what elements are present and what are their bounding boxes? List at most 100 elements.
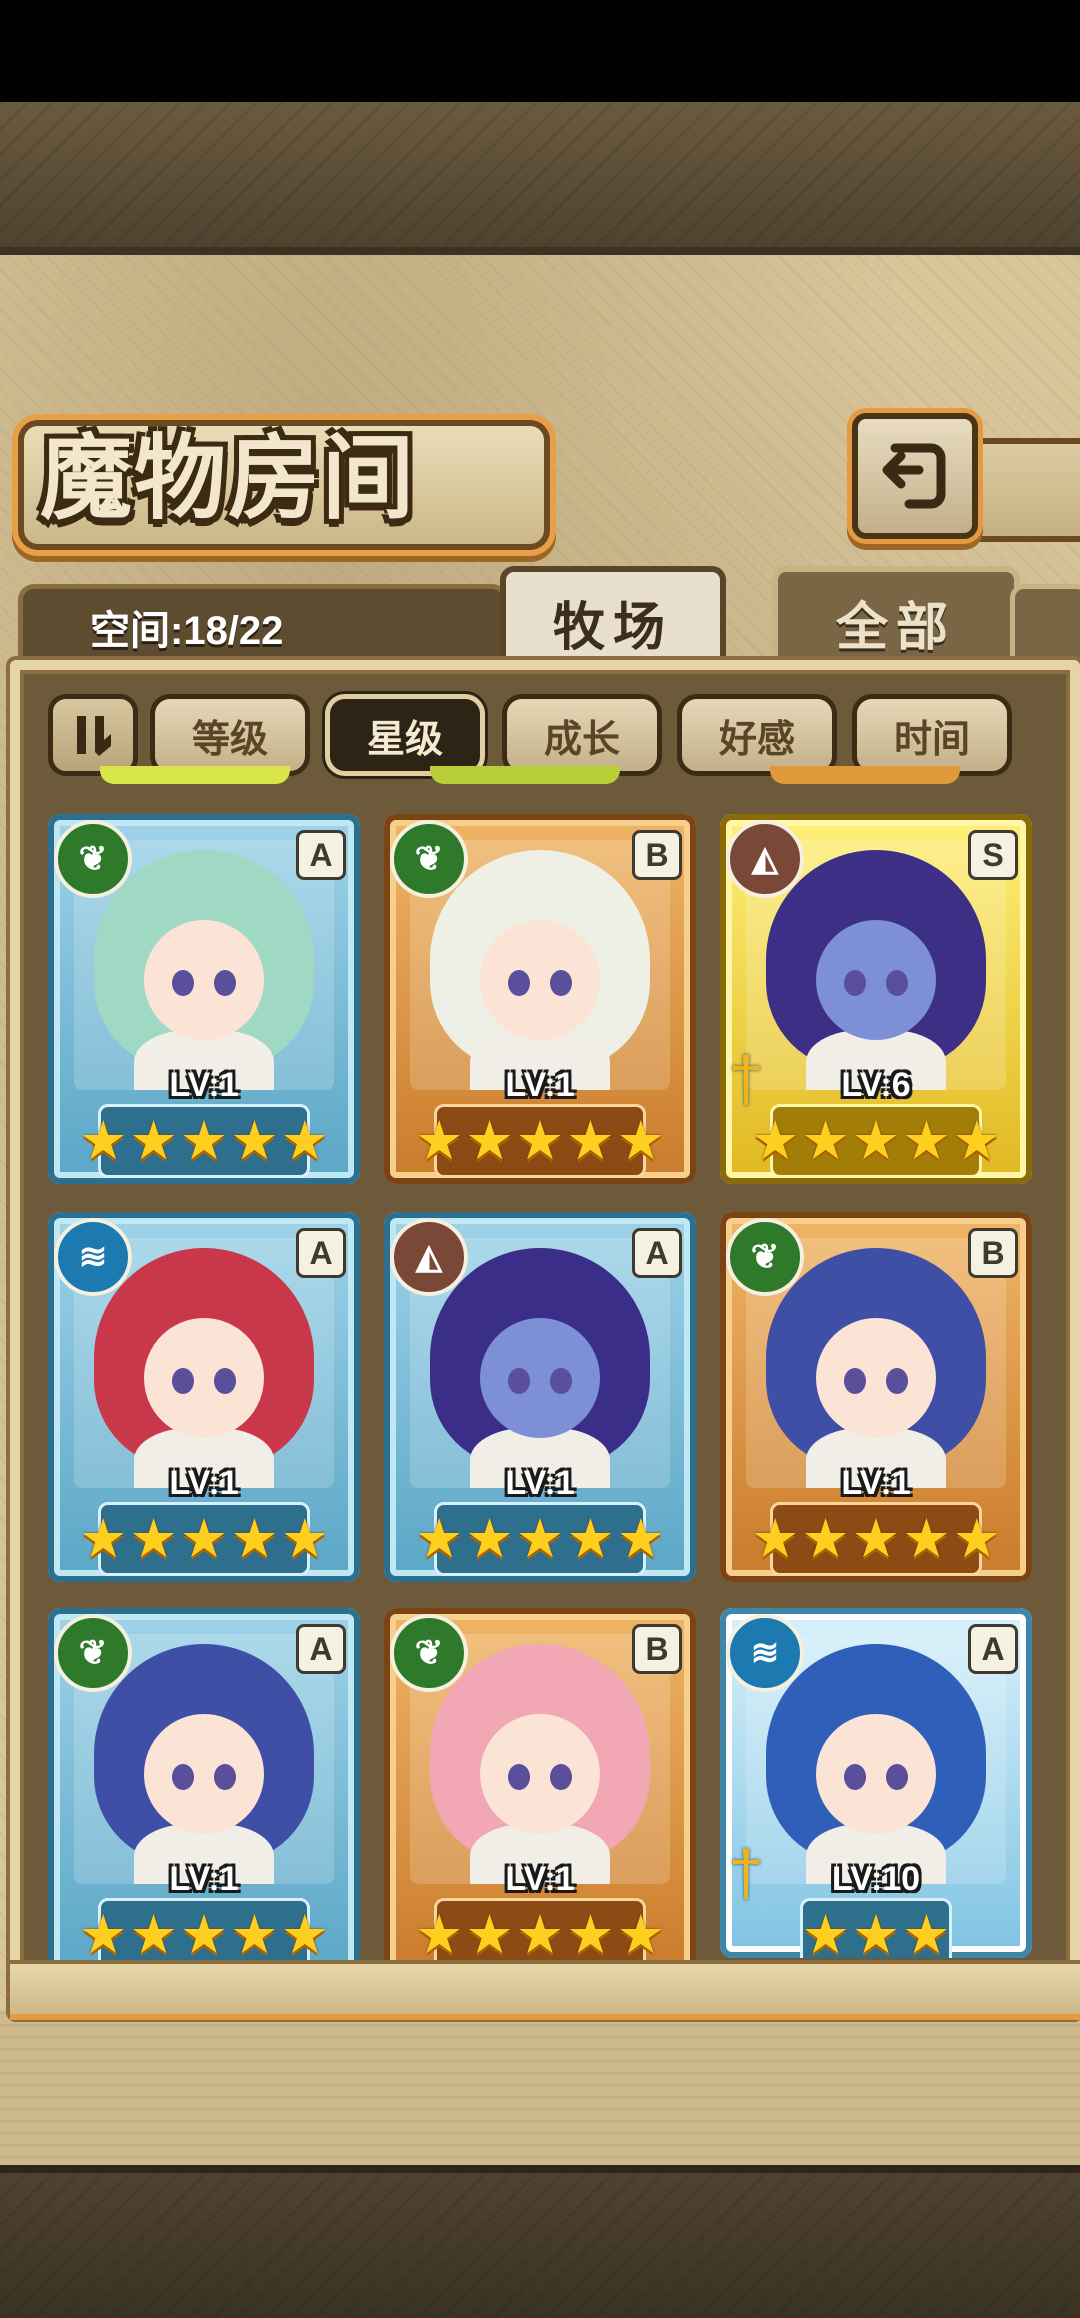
monster-level: LV:1 (169, 1066, 239, 1104)
star-rating: ★ ★ ★ ★ ★ (79, 1502, 329, 1576)
portrait-eye (508, 1368, 530, 1394)
star-icon: ★ (616, 1905, 666, 1965)
star-icon: ★ (801, 1905, 850, 1958)
monster-card[interactable]: ≋ A LV:1 ★ ★ ★ ★ ★ (48, 1212, 360, 1582)
rank-badge: S (968, 830, 1018, 880)
monster-card[interactable]: ❦ A LV:1 ★ ★ ★ ★ ★ (48, 814, 360, 1184)
portrait-eye (550, 970, 572, 996)
star-icon: ★ (515, 1905, 565, 1965)
rank-badge: B (968, 1228, 1018, 1278)
star-icon: ★ (750, 1111, 800, 1171)
back-button[interactable] (852, 413, 978, 539)
bottom-map-band (0, 2010, 1080, 2170)
star-icon: ★ (414, 1111, 464, 1171)
star-icon: ★ (179, 1905, 229, 1965)
star-icon: ★ (801, 1111, 850, 1171)
nature-element-icon: ❦ (390, 1614, 468, 1692)
portrait-face (816, 1714, 936, 1834)
star-icon: ★ (230, 1905, 279, 1965)
nature-element-icon: ❦ (390, 820, 468, 898)
star-icon: ★ (179, 1509, 229, 1569)
sort-button-star[interactable]: 星级 (325, 694, 485, 776)
star-icon: ★ (616, 1509, 666, 1569)
monster-card[interactable]: ❦ A LV:1 ★ ★ ★ ★ ★ (48, 1608, 360, 1978)
monster-level: LV:1 (169, 1464, 239, 1502)
portrait-face (816, 920, 936, 1040)
space-counter: 空间:18/22 (90, 609, 284, 653)
star-icon: ★ (952, 1509, 1002, 1569)
monster-level: LV:1 (505, 1464, 575, 1502)
monster-card[interactable]: ❦ B LV:1 ★ ★ ★ ★ ★ (720, 1212, 1032, 1582)
monster-card[interactable]: ≋ A † LV:10 ★ ★ ★ (720, 1608, 1032, 1958)
rank-badge: B (632, 1624, 682, 1674)
water-element-icon: ≋ (54, 1218, 132, 1296)
monster-card[interactable]: ◭ S † LV:6 ★ ★ ★ ★ ★ (720, 814, 1032, 1184)
star-icon: ★ (801, 1509, 850, 1569)
portrait-eye (844, 970, 866, 996)
portrait-eye (886, 970, 908, 996)
monster-card[interactable]: ❦ B LV:1 ★ ★ ★ ★ ★ (384, 1608, 696, 1978)
monster-level: LV:1 (169, 1860, 239, 1898)
sort-button-affection[interactable]: 好感 (677, 694, 837, 776)
partial-card-edge (770, 766, 960, 784)
star-icon: ★ (465, 1509, 514, 1569)
star-rating: ★ ★ ★ ★ ★ (751, 1502, 1001, 1576)
monster-level: LV:1 (505, 1860, 575, 1898)
monster-level: LV:6 (841, 1066, 911, 1104)
rank-badge: A (296, 1228, 346, 1278)
sort-button-growth[interactable]: 成长 (502, 694, 662, 776)
star-icon: ★ (230, 1509, 279, 1569)
rank-badge: A (968, 1624, 1018, 1674)
star-icon: ★ (902, 1905, 951, 1958)
star-icon: ★ (515, 1111, 565, 1171)
star-rating: ★ ★ ★ (800, 1898, 952, 1958)
portrait-eye (214, 1368, 236, 1394)
star-icon: ★ (129, 1905, 178, 1965)
portrait-face (480, 1318, 600, 1438)
back-arrow-icon (882, 443, 946, 509)
star-icon: ★ (230, 1111, 279, 1171)
star-icon: ★ (465, 1111, 514, 1171)
top-decor-strip (0, 102, 1080, 255)
star-icon: ★ (566, 1509, 615, 1569)
star-icon: ★ (129, 1509, 178, 1569)
back-rail (974, 438, 1080, 542)
star-icon: ★ (851, 1111, 901, 1171)
nature-element-icon: ❦ (726, 1218, 804, 1296)
star-icon: ★ (566, 1905, 615, 1965)
rank-badge: A (296, 1624, 346, 1674)
star-rating: ★ ★ ★ ★ ★ (415, 1502, 665, 1576)
star-icon: ★ (78, 1905, 128, 1965)
sort-button-time[interactable]: 时间 (852, 694, 1012, 776)
portrait-eye (550, 1368, 572, 1394)
portrait-eye (886, 1764, 908, 1790)
portrait-face (144, 1318, 264, 1438)
sort-button-level[interactable]: 等级 (150, 694, 310, 776)
portrait-eye (172, 1368, 194, 1394)
star-icon: ★ (280, 1111, 330, 1171)
partial-card-edge (100, 766, 290, 784)
portrait-face (480, 1714, 600, 1834)
star-icon: ★ (902, 1111, 951, 1171)
star-rating: ★ ★ ★ ★ ★ (415, 1104, 665, 1178)
star-icon: ★ (616, 1111, 666, 1171)
monster-level: LV:1 (505, 1066, 575, 1104)
portrait-face (480, 920, 600, 1040)
star-icon: ★ (465, 1905, 514, 1965)
monster-card[interactable]: ◭ A LV:1 ★ ★ ★ ★ ★ (384, 1212, 696, 1582)
star-icon: ★ (78, 1111, 128, 1171)
water-element-icon: ≋ (726, 1614, 804, 1692)
star-icon: ★ (851, 1905, 901, 1958)
portrait-face (144, 1714, 264, 1834)
portrait-eye (886, 1368, 908, 1394)
star-icon: ★ (566, 1111, 615, 1171)
portrait-eye (214, 970, 236, 996)
star-icon: ★ (78, 1509, 128, 1569)
rank-badge: B (632, 830, 682, 880)
earth-element-icon: ◭ (726, 820, 804, 898)
nature-element-icon: ❦ (54, 1614, 132, 1692)
sort-order-icon (77, 716, 111, 756)
sort-order-toggle[interactable] (48, 694, 138, 776)
star-icon: ★ (414, 1905, 464, 1965)
monster-card[interactable]: ❦ B LV:1 ★ ★ ★ ★ ★ (384, 814, 696, 1184)
